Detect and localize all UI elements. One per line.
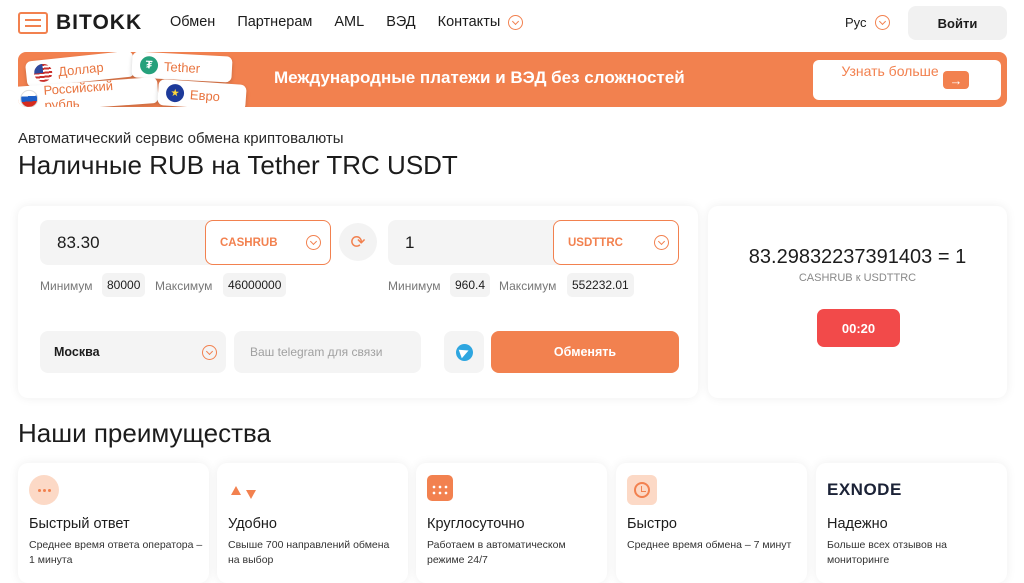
give-currency-label: CASHRUB — [220, 236, 278, 249]
rate-panel: 83.29832237391403 = 1 CASHRUB к USDTTRC … — [708, 206, 1007, 398]
login-button[interactable]: Войти — [908, 6, 1007, 40]
learn-more-label: Узнать больше — [841, 63, 939, 79]
telegram-button[interactable] — [444, 331, 484, 373]
advantage-card: Быстрый ответ Среднее время ответа опера… — [18, 463, 209, 583]
main-nav: Обмен Партнерам AML ВЭД Контакты — [170, 14, 524, 30]
swap-button[interactable]: ⟳ — [339, 223, 377, 261]
max-label: Максимум — [499, 279, 557, 293]
advantage-card: EXNODE Надежно Больше всех отзывов на мо… — [816, 463, 1007, 583]
us-flag-icon — [33, 62, 54, 83]
telegram-icon — [455, 343, 473, 361]
page-title: Наличные RUB на Tether TRC USDT — [18, 150, 458, 180]
get-max-value: 552232.01 — [567, 273, 634, 297]
get-currency-select[interactable]: USDTTRC — [553, 220, 679, 265]
advantage-desc: Работаем в автоматическом режиме 24/7 — [427, 539, 566, 566]
advantage-desc: Среднее время ответа оператора – 1 минут… — [29, 539, 203, 566]
get-currency-label: USDTTRC — [568, 236, 623, 249]
advantage-card: Удобно Свыше 700 направлений обмена на в… — [217, 463, 408, 583]
exchange-form: 83.30 CASHRUB ⟳ 1 USDTTRC Минимум 80000 … — [18, 206, 698, 398]
chevron-down-icon — [654, 235, 669, 250]
exchange-submit-button[interactable]: Обменять — [491, 331, 679, 373]
banner-text: Международные платежи и ВЭД без сложност… — [274, 68, 685, 87]
give-amount-input[interactable]: 83.30 — [40, 220, 220, 265]
exnode-logo: EXNODE — [827, 480, 902, 499]
chevron-down-icon — [508, 14, 524, 30]
rate-timer: 00:20 — [817, 309, 900, 347]
currency-card-label: Доллар — [57, 59, 105, 79]
page-subtitle: Автоматический сервис обмена криптовалют… — [18, 130, 344, 147]
currency-card-label: Евро — [189, 86, 221, 104]
tether-icon: ₮ — [139, 55, 159, 75]
nav-item-exchange[interactable]: Обмен — [170, 14, 215, 30]
advantage-name: Удобно — [228, 516, 277, 532]
give-currency-select[interactable]: CASHRUB — [205, 220, 331, 265]
currency-card-eur: ★ Евро — [157, 78, 247, 107]
arrow-right-icon: → — [943, 71, 969, 89]
advantage-card: Круглосуточно Работаем в автоматическом … — [416, 463, 607, 583]
advantage-name: Быстрый ответ — [29, 516, 130, 532]
nav-item-partners[interactable]: Партнерам — [237, 14, 312, 30]
eu-flag-icon: ★ — [165, 83, 185, 103]
get-min-value: 960.4 — [450, 273, 491, 297]
chevron-down-icon — [306, 235, 321, 250]
language-label: Рус — [845, 15, 867, 30]
advantage-card: Быстро Среднее время обмена – 7 минут — [616, 463, 807, 583]
exchange-logo-icon — [18, 12, 48, 34]
city-select[interactable]: Москва — [40, 331, 226, 373]
min-label: Минимум — [40, 279, 93, 293]
chevron-down-icon — [874, 15, 890, 30]
arrows-icon — [228, 475, 258, 505]
chevron-down-icon — [202, 344, 217, 360]
nav-item-ved[interactable]: ВЭД — [386, 14, 415, 30]
advantage-desc: Свыше 700 направлений обмена на выбор — [228, 539, 390, 566]
advantage-name: Быстро — [627, 516, 677, 532]
clock-icon — [627, 475, 657, 505]
logo-text: BITOKK — [56, 11, 143, 34]
min-label: Минимум — [388, 279, 441, 293]
swap-icon: ⟳ — [350, 231, 366, 252]
nav-item-contacts-label: Контакты — [437, 14, 501, 30]
advantage-desc: Больше всех отзывов на мониторинге — [827, 539, 947, 566]
give-max-value: 46000000 — [223, 273, 287, 297]
learn-more-button[interactable]: Узнать больше → — [813, 60, 1001, 100]
promo-banner[interactable]: Доллар ₮ Tether Российский рубль ★ Евро … — [18, 52, 1007, 107]
advantages-title: Наши преимущества — [18, 418, 271, 448]
city-label: Москва — [54, 345, 100, 359]
currency-card-label: Tether — [163, 58, 201, 76]
advantage-desc: Среднее время обмена – 7 минут — [627, 539, 792, 551]
chat-icon — [29, 475, 59, 505]
exchange-rate-value: 83.29832237391403 = 1 — [748, 246, 967, 268]
nav-item-aml[interactable]: AML — [334, 14, 364, 30]
logo[interactable]: BITOKK — [18, 11, 142, 35]
exchange-rate-pair: CASHRUB к USDTTRC — [798, 272, 917, 284]
calendar-icon — [427, 475, 453, 501]
max-label: Максимум — [155, 279, 213, 293]
nav-item-contacts[interactable]: Контакты — [438, 14, 524, 30]
language-select[interactable]: Рус — [845, 15, 890, 30]
header: BITOKK Обмен Партнерам AML ВЭД Контакты … — [0, 0, 1024, 46]
russia-flag-icon — [19, 89, 39, 107]
advantage-name: Круглосуточно — [427, 516, 525, 532]
give-min-value: 80000 — [102, 273, 146, 297]
advantage-name: Надежно — [827, 516, 888, 532]
get-amount-input[interactable]: 1 — [388, 220, 568, 265]
telegram-input[interactable]: Ваш telegram для связи — [234, 331, 421, 373]
